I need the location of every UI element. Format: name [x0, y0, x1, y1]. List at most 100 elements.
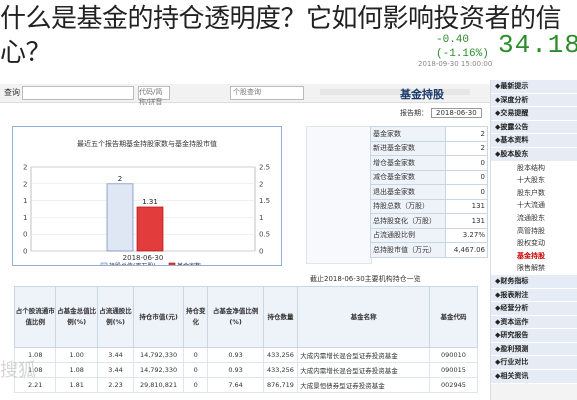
summary-key: 持股总数（万股）	[370, 198, 446, 214]
summary-value: 131	[445, 213, 488, 229]
sidebar-item[interactable]: ◆行业对比	[491, 356, 577, 371]
sidebar-item[interactable]: ◆披露公告	[491, 120, 577, 135]
holdings-section-label: 截止2018-06-30主要机构持仓一览	[310, 275, 421, 283]
holdings-header[interactable]: 持仓数量	[262, 286, 299, 348]
sidebar-item[interactable]: 流通股东	[491, 211, 577, 225]
period-label: 报告期：	[400, 109, 428, 117]
summary-value: 0	[445, 184, 488, 200]
y-tick-label-right: 0.5	[259, 231, 270, 239]
sidebar-item[interactable]: 限售解禁	[491, 262, 577, 275]
holdings-header[interactable]: 基金名称	[297, 286, 430, 348]
sidebar-item[interactable]: 高管持股	[491, 224, 577, 238]
table-cell: 0.93	[207, 347, 264, 363]
summary-row: 新进基金家数 2	[370, 140, 488, 156]
legend-swatch	[168, 262, 176, 265]
table-cell: 2.23	[96, 377, 135, 393]
summary-row: 占流通股比例 3.27%	[370, 227, 488, 243]
sidebar-item[interactable]: 十大流通	[491, 199, 577, 212]
data-label: 1.31	[142, 198, 158, 206]
sidebar-item[interactable]: 股本结构	[491, 161, 577, 175]
sidebar-item[interactable]: ◆经营分析	[491, 302, 577, 316]
query-type-select[interactable]: 个股查询	[230, 86, 304, 100]
sidebar-item[interactable]: ◆资本运作	[491, 315, 577, 330]
summary-key: 总持股市值（万元）	[370, 242, 446, 258]
summary-value: 2	[445, 140, 488, 156]
table-cell: 14,792,330	[133, 362, 184, 378]
page-title: 基金持股	[400, 88, 444, 101]
right-sidebar-nav: ◆最新提示 ◆深度分析 ◆交易提醒 ◆披露公告 ◆基本资料 ◆股本股东 股本结构 十大股东 股东…	[490, 80, 577, 400]
y-tick-label-left: 1	[23, 197, 27, 205]
headline-line-2: 心？	[0, 38, 52, 68]
y-tick-label-left: 1	[23, 214, 27, 222]
table-cell: 1.08	[55, 362, 98, 378]
y-tick-label-left: 0	[23, 248, 27, 256]
table-row[interactable]: 2.21 1.81 2.23 29,810,821 0 7.64 876,719 大成景恒债券…	[13, 377, 479, 393]
table-cell[interactable]: 大成景恒债券型证券投资基金	[297, 377, 430, 393]
holdings-header[interactable]: 占个股流通市值比例	[13, 286, 57, 348]
sidebar-item[interactable]: ◆股本股东	[491, 147, 577, 162]
table-row[interactable]: 1.08 1.00 3.44 14,792,330 0 0.93 433,256 大成内需增长…	[13, 347, 479, 363]
table-cell: 876,719	[262, 377, 299, 393]
legend-label: 持股总值(百万股)	[109, 262, 156, 265]
sidebar-item[interactable]: ◆深度分析	[491, 93, 577, 108]
price-change: -0.40	[436, 34, 470, 46]
sidebar-item[interactable]: ◆交易提醒	[491, 107, 577, 121]
y-tick-label-left: 2	[23, 164, 27, 172]
search-input[interactable]	[22, 86, 134, 100]
summary-key: 占流通股比例	[370, 227, 446, 243]
holdings-header[interactable]: 占基金总值比例(%)	[55, 286, 98, 348]
sidebar-item[interactable]: ◆最新提示	[491, 80, 577, 94]
summary-table: 基金家数 2 新进基金家数 2 增仓基金家数 0 减仓基金家数 0 退出基金家数 0 持股总数（万股…	[370, 126, 488, 258]
price-change-pct: (-1.16%)	[436, 48, 489, 60]
sidebar-item[interactable]: 十大股东	[491, 174, 577, 187]
y-tick-label-right: 1.5	[259, 197, 270, 205]
code-input[interactable]: 代码/简称/拼音	[138, 86, 170, 106]
search-button[interactable]: 查询	[4, 87, 20, 98]
table-cell: 0	[182, 347, 209, 363]
holdings-header[interactable]: 持仓变化	[182, 286, 209, 348]
summary-value: 3.27%	[445, 227, 488, 243]
sidebar-item[interactable]: 股东户数	[491, 186, 577, 200]
bar	[106, 183, 134, 252]
holdings-header[interactable]: 占基金净值比例(%)	[207, 286, 264, 348]
holdings-header[interactable]: 占流通股比例(%)	[96, 286, 135, 348]
summary-value: 4,467.06	[445, 242, 488, 258]
data-label: 2	[118, 175, 122, 183]
sidebar-item[interactable]: 基金持股	[491, 249, 577, 263]
table-cell[interactable]: 090015	[428, 362, 479, 378]
headline-line-1: 什么是基金的持仓透明度？它如何影响投资者的信	[0, 4, 562, 34]
table-cell[interactable]: 大成内需增长混合型证券投资基金	[297, 362, 430, 378]
sidebar-item[interactable]: ◆相关资讯	[491, 370, 577, 384]
table-cell: 1.00	[55, 347, 98, 363]
summary-row: 总持股变化（万股） 131	[370, 213, 488, 229]
sidebar-item[interactable]: ◆财务指标	[491, 274, 577, 289]
summary-row: 减仓基金家数 0	[370, 169, 488, 185]
summary-key: 新进基金家数	[370, 140, 446, 156]
fund-holding-chart: 最近五个报告期基金持股家数与基金持股市值 2.5 2 2 2 1.5 1 1 1 0.5 0 0 0 2…	[12, 126, 282, 266]
sidebar-item[interactable]: ◆盈利预测	[491, 342, 577, 357]
sidebar-item[interactable]: 股权变动	[491, 237, 577, 250]
summary-value: 0	[445, 169, 488, 185]
table-cell: 433,256	[262, 362, 299, 378]
table-cell[interactable]: 大成内需增长混合型证券投资基金	[297, 347, 430, 363]
y-tick-label-left: 0	[23, 231, 27, 239]
sidebar-item[interactable]: ◆报表附注	[491, 288, 577, 303]
table-cell: 7.64	[207, 377, 264, 393]
summary-key: 增仓基金家数	[370, 155, 446, 171]
sidebar-item[interactable]: ◆研究报告	[491, 329, 577, 343]
quote-time: 2018-09-30 15:00:00	[418, 60, 493, 68]
legend-label: 基金家数	[177, 262, 201, 265]
y-tick-label-left: 2	[23, 180, 27, 188]
holdings-header[interactable]: 持仓市值(元)	[133, 286, 184, 348]
sidebar-item[interactable]: ◆基本资料	[491, 134, 577, 148]
period-selector: 报告期： 2018-06-30	[400, 108, 482, 118]
summary-row: 退出基金家数 0	[370, 184, 488, 200]
table-row[interactable]: 1.08 1.08 3.44 14,792,330 0 0.93 433,256 大成内需增长…	[13, 362, 479, 378]
table-cell: 1.81	[55, 377, 98, 393]
summary-side-panel	[306, 126, 372, 264]
holdings-header[interactable]: 基金代码	[428, 286, 479, 348]
legend-swatch	[100, 262, 108, 265]
table-cell[interactable]: 002945	[428, 377, 479, 393]
period-dropdown[interactable]: 2018-06-30	[431, 108, 482, 118]
table-cell[interactable]: 090010	[428, 347, 479, 363]
